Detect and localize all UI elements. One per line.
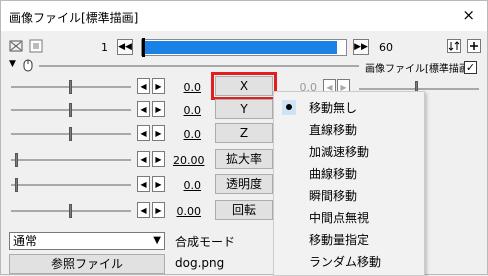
- param-value[interactable]: 0.0: [173, 179, 202, 192]
- param-decrement-button[interactable]: ◀: [137, 202, 150, 218]
- menu-item[interactable]: 直線移動: [274, 119, 424, 141]
- add-icon[interactable]: [467, 39, 481, 53]
- menu-item[interactable]: 瞬間移動: [274, 185, 424, 207]
- timeline-progress: [143, 41, 337, 54]
- param-slider-thumb[interactable]: [69, 103, 72, 117]
- param-decrement-button[interactable]: ◀: [137, 125, 150, 141]
- param-name-button[interactable]: Y: [215, 99, 273, 119]
- image-file-window: 画像ファイル[標準描画] × 1 ◀◀ ▶▶ 60 ▼ 画像ファイル[標準描画]…: [0, 0, 488, 276]
- blend-mode-label: 合成モード: [175, 235, 236, 249]
- file-name: dog.png: [175, 256, 225, 270]
- param-decrement-button[interactable]: ◀: [137, 101, 150, 117]
- param-increment-button[interactable]: ▶: [152, 151, 165, 167]
- param-slider-thumb[interactable]: [15, 153, 18, 167]
- menu-item[interactable]: 加減速移動: [274, 141, 424, 163]
- rewind-button[interactable]: ◀◀: [117, 39, 133, 55]
- menu-item[interactable]: 曲線移動: [274, 163, 424, 185]
- param-slider-track[interactable]: [11, 184, 131, 186]
- param-name-button[interactable]: Z: [215, 123, 273, 143]
- param-slider-thumb[interactable]: [15, 178, 18, 192]
- chevron-down-icon: ▼: [153, 235, 161, 246]
- param-name-button[interactable]: 透明度: [215, 174, 273, 194]
- param-increment-button[interactable]: ▶: [152, 101, 165, 117]
- filter-divider: [39, 65, 359, 67]
- browse-file-button[interactable]: 参照ファイル: [9, 254, 165, 274]
- camera-control-icon[interactable]: [9, 39, 23, 53]
- param-slider-track[interactable]: [11, 159, 131, 161]
- param-name-button[interactable]: X: [211, 72, 277, 100]
- param-value[interactable]: 0.0: [173, 104, 202, 117]
- filter-enabled-checkbox[interactable]: ✓: [464, 61, 477, 74]
- movement-menu: 移動無し 直線移動 加減速移動 曲線移動 瞬間移動 中間点無視 移動量指定 ランダム移動: [273, 91, 425, 276]
- param-value[interactable]: 0.00: [173, 205, 202, 218]
- filter-label: 画像ファイル[標準描画]: [365, 64, 473, 75]
- param-name-button[interactable]: 回転: [215, 200, 273, 220]
- param-name-button[interactable]: 拡大率: [215, 149, 273, 169]
- param-decrement-button[interactable]: ◀: [137, 78, 150, 94]
- param-slider-thumb[interactable]: [69, 204, 72, 218]
- window-title: 画像ファイル[標準描画]: [9, 11, 139, 25]
- param-increment-button[interactable]: ▶: [152, 125, 165, 141]
- frame-start: 1: [101, 41, 108, 54]
- param-increment-button[interactable]: ▶: [152, 78, 165, 94]
- mouse-icon: [23, 59, 33, 72]
- param-value[interactable]: 20.00: [173, 154, 205, 167]
- param-decrement-button[interactable]: ◀: [137, 176, 150, 192]
- param-decrement-button[interactable]: ◀: [137, 151, 150, 167]
- title-bar: 画像ファイル[標準描画] ×: [1, 1, 487, 31]
- menu-item[interactable]: 移動量指定: [274, 229, 424, 251]
- forward-button[interactable]: ▶▶: [353, 39, 369, 55]
- setting-dialog-icon[interactable]: [29, 39, 43, 53]
- collapse-triangle-icon[interactable]: ▼: [9, 59, 16, 69]
- x-right-slider-track[interactable]: [359, 88, 479, 90]
- param-value[interactable]: 0.0: [173, 128, 202, 141]
- timeline-start-handle[interactable]: [142, 38, 145, 57]
- menu-item[interactable]: ランダム移動: [274, 251, 424, 273]
- timeline-bar[interactable]: [141, 38, 347, 57]
- param-increment-button[interactable]: ▶: [152, 202, 165, 218]
- param-value[interactable]: 0.0: [173, 81, 202, 94]
- blend-mode-select[interactable]: 通常 ▼: [9, 232, 165, 250]
- menu-item[interactable]: 移動無し: [274, 97, 424, 119]
- close-icon[interactable]: ×: [462, 7, 475, 23]
- blend-mode-value: 通常: [13, 234, 38, 248]
- frame-end: 60: [379, 41, 393, 54]
- param-increment-button[interactable]: ▶: [152, 176, 165, 192]
- swap-icon[interactable]: [447, 39, 461, 53]
- param-slider-thumb[interactable]: [69, 127, 72, 141]
- param-slider-thumb[interactable]: [69, 80, 72, 94]
- menu-item[interactable]: 中間点無視: [274, 207, 424, 229]
